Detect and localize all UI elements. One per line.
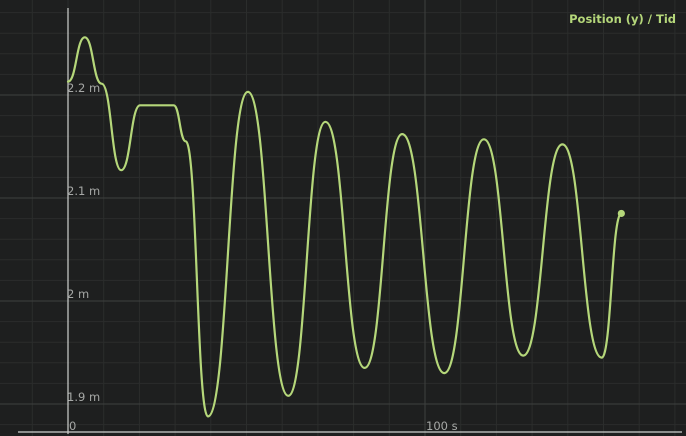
series-line (66, 36, 623, 418)
y-tick-label: 2.2 m (67, 81, 100, 95)
chart-title: Position (y) / Tid (569, 12, 676, 26)
series-end-point (617, 209, 625, 218)
x-tick-label: 0 (69, 419, 76, 433)
series-layer (66, 36, 625, 418)
y-tick-label: 2.1 m (67, 184, 100, 198)
y-tick-label: 2 m (67, 287, 89, 301)
plot-area: 1.9 m 2 m 2.1 m 2.2 m 0 100 s Position (y) / … (0, 0, 686, 436)
axes (18, 8, 682, 434)
line-chart: 1.9 m 2 m 2.1 m 2.2 m 0 100 s Position (y) / … (0, 0, 686, 436)
x-tick-label: 100 s (426, 419, 458, 433)
tick-labels: 1.9 m 2 m 2.1 m 2.2 m 0 100 s (67, 81, 458, 433)
y-tick-label: 1.9 m (67, 390, 100, 404)
